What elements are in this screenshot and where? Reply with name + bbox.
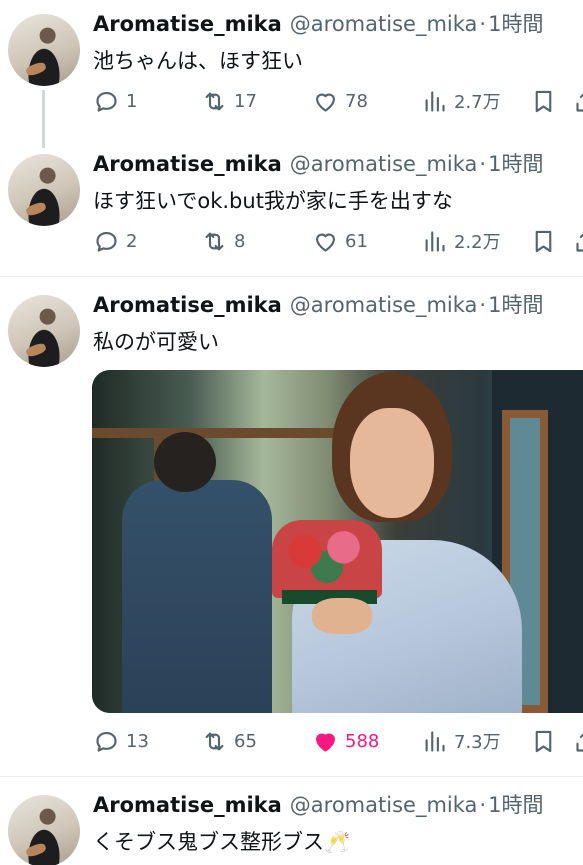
like-count: 78 <box>345 90 368 112</box>
views-button[interactable]: 7.3万 <box>421 726 501 756</box>
retweet-count: 65 <box>234 730 257 752</box>
display-name[interactable]: Aromatise_mika <box>93 12 282 36</box>
retweet-button[interactable]: 65 <box>201 726 257 756</box>
heart-icon <box>315 93 336 112</box>
retweet-button[interactable]: 17 <box>201 86 257 116</box>
avatar[interactable] <box>8 795 80 865</box>
user-handle[interactable]: @aromatise_mika <box>290 793 478 817</box>
tweet-header: Aromatise_mika @aromatise_mika · 1時間 <box>93 148 543 178</box>
tweet-text: ほす狂いでok.but我が家に手を出すな <box>93 189 453 213</box>
view-count: 7.3万 <box>454 732 501 753</box>
timestamp[interactable]: 1時間 <box>488 289 543 319</box>
heart-icon <box>315 733 336 752</box>
display-name[interactable]: Aromatise_mika <box>93 293 282 317</box>
share-button[interactable] <box>573 226 583 256</box>
display-name[interactable]: Aromatise_mika <box>93 152 282 176</box>
bookmark-icon <box>535 90 552 112</box>
user-handle[interactable]: @aromatise_mika <box>290 293 478 317</box>
views-button[interactable]: 2.7万 <box>421 86 501 116</box>
separator-dot: · <box>479 12 487 36</box>
tweet-2[interactable]: Aromatise_mika @aromatise_mika · 1時間 ほす狂… <box>0 140 583 275</box>
divider <box>0 276 583 277</box>
retweet-arrows-icon <box>205 92 224 110</box>
speech-bubble-icon <box>96 731 117 752</box>
like-button[interactable]: 588 <box>312 726 379 756</box>
tweet-text: 私のが可愛い <box>93 330 219 354</box>
retweet-count: 17 <box>234 90 257 112</box>
share-button[interactable] <box>573 726 583 756</box>
reply-button[interactable]: 13 <box>93 726 149 756</box>
bar-chart-icon <box>425 230 445 252</box>
bookmark-button[interactable] <box>530 226 563 256</box>
retweet-arrows-icon <box>205 232 224 250</box>
display-name[interactable]: Aromatise_mika <box>93 793 282 817</box>
avatar[interactable] <box>8 295 80 367</box>
separator-dot: · <box>479 152 487 176</box>
view-count: 2.2万 <box>454 232 501 253</box>
separator-dot: · <box>479 793 487 817</box>
speech-bubble-icon <box>96 91 117 112</box>
bookmark-icon <box>535 730 552 752</box>
tweet-photo[interactable] <box>92 370 583 713</box>
tweet-1[interactable]: Aromatise_mika @aromatise_mika · 1時間 池ちゃ… <box>0 0 583 148</box>
tweet-header: Aromatise_mika @aromatise_mika · 1時間 <box>93 789 543 819</box>
tweet-header: Aromatise_mika @aromatise_mika · 1時間 <box>93 289 543 319</box>
timestamp[interactable]: 1時間 <box>488 8 543 38</box>
views-button[interactable]: 2.2万 <box>421 226 501 256</box>
share-button[interactable] <box>573 86 583 116</box>
tweet-actions: 2 8 61 2.2万 <box>93 226 583 256</box>
bookmark-button[interactable] <box>530 726 563 756</box>
heart-icon <box>315 233 336 252</box>
reply-count: 13 <box>126 730 149 752</box>
share-icon <box>576 92 583 112</box>
avatar[interactable] <box>8 14 80 86</box>
like-count: 61 <box>345 230 368 252</box>
timestamp[interactable]: 1時間 <box>488 148 543 178</box>
like-count: 588 <box>345 730 380 752</box>
retweet-button[interactable]: 8 <box>201 226 245 256</box>
retweet-arrows-icon <box>205 732 224 750</box>
tweet-4[interactable]: Aromatise_mika @aromatise_mika · 1時間 くそブ… <box>0 781 583 865</box>
user-handle[interactable]: @aromatise_mika <box>290 12 478 36</box>
share-icon <box>576 232 583 252</box>
share-icon <box>576 732 583 752</box>
reply-count: 2 <box>126 230 138 252</box>
tweet-header: Aromatise_mika @aromatise_mika · 1時間 <box>93 8 543 38</box>
bar-chart-icon <box>425 90 445 112</box>
tweet-text: 池ちゃんは、ほす狂い <box>93 49 303 73</box>
divider <box>0 776 583 777</box>
bookmark-icon <box>535 230 552 252</box>
bookmark-button[interactable] <box>530 86 563 116</box>
like-button[interactable]: 61 <box>312 226 368 256</box>
separator-dot: · <box>479 293 487 317</box>
retweet-count: 8 <box>234 230 246 252</box>
user-handle[interactable]: @aromatise_mika <box>290 152 478 176</box>
tweet-actions: 13 65 588 7.3万 <box>93 726 583 756</box>
avatar[interactable] <box>8 154 80 226</box>
timestamp[interactable]: 1時間 <box>488 789 543 819</box>
tweet-text: くそブス鬼ブス整形ブス🥂 <box>93 830 351 854</box>
view-count: 2.7万 <box>454 92 501 113</box>
speech-bubble-icon <box>96 231 117 252</box>
reply-button[interactable]: 2 <box>93 226 137 256</box>
tweet-actions: 1 17 78 2.7万 <box>93 86 583 116</box>
bar-chart-icon <box>425 730 445 752</box>
reply-button[interactable]: 1 <box>93 86 137 116</box>
reply-count: 1 <box>126 90 138 112</box>
like-button[interactable]: 78 <box>312 86 368 116</box>
